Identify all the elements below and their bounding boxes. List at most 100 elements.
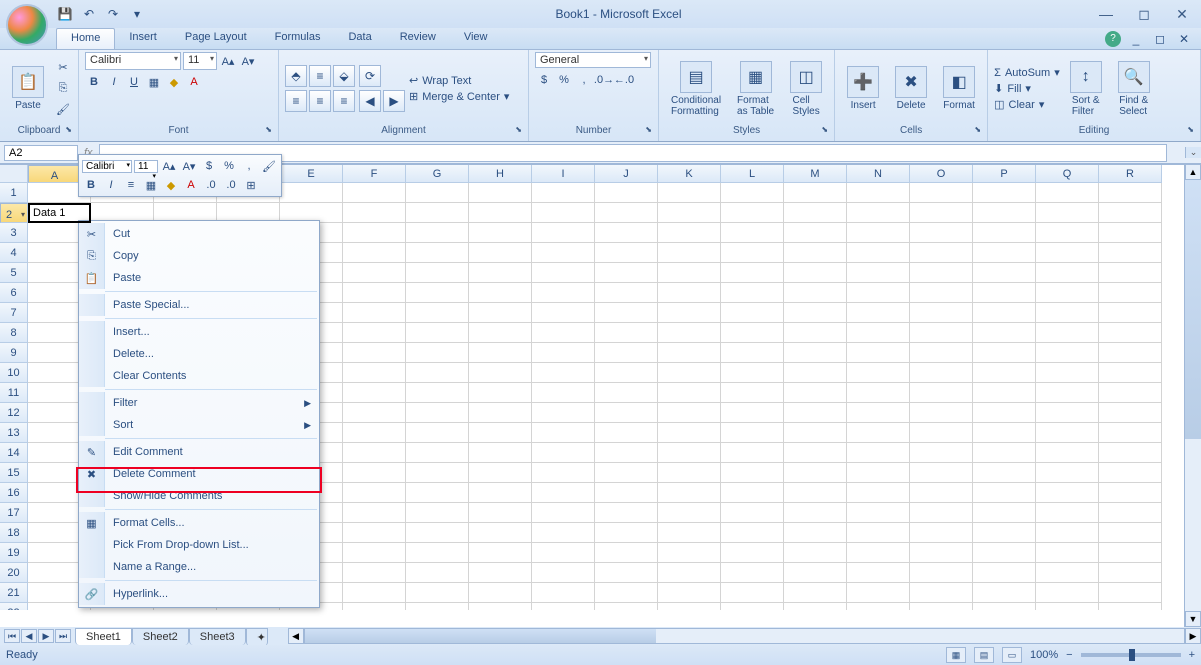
cell[interactable] bbox=[595, 483, 658, 503]
cell[interactable] bbox=[469, 223, 532, 243]
cell[interactable] bbox=[658, 443, 721, 463]
column-header[interactable]: L bbox=[721, 165, 784, 183]
scroll-right-icon[interactable]: ▶ bbox=[1185, 628, 1201, 644]
cell[interactable] bbox=[595, 283, 658, 303]
row-header[interactable]: 1 bbox=[0, 183, 28, 203]
cell[interactable] bbox=[973, 303, 1036, 323]
cell[interactable] bbox=[1036, 323, 1099, 343]
cell[interactable] bbox=[784, 603, 847, 610]
row-header[interactable]: 10 bbox=[0, 363, 28, 383]
cell[interactable] bbox=[343, 443, 406, 463]
cell[interactable] bbox=[721, 363, 784, 383]
column-header[interactable]: G bbox=[406, 165, 469, 183]
cell[interactable] bbox=[658, 603, 721, 610]
increase-decimal-icon[interactable]: .0→ bbox=[595, 71, 613, 89]
cell[interactable] bbox=[1099, 443, 1162, 463]
ctx-show-hide-comments[interactable]: Show/Hide Comments bbox=[79, 485, 319, 507]
cell[interactable] bbox=[784, 263, 847, 283]
cell[interactable] bbox=[973, 343, 1036, 363]
cell[interactable] bbox=[469, 563, 532, 583]
cell[interactable] bbox=[910, 563, 973, 583]
column-header[interactable]: M bbox=[784, 165, 847, 183]
clear-button[interactable]: ◫Clear▾ bbox=[994, 98, 1060, 111]
cell[interactable] bbox=[721, 483, 784, 503]
sort-filter-button[interactable]: ↕Sort & Filter bbox=[1064, 59, 1108, 119]
ctx-delete-comment[interactable]: ✖Delete Comment bbox=[79, 463, 319, 485]
cell[interactable] bbox=[532, 243, 595, 263]
cell[interactable] bbox=[973, 523, 1036, 543]
row-header[interactable]: 9 bbox=[0, 343, 28, 363]
cell[interactable] bbox=[343, 563, 406, 583]
hscroll-thumb[interactable] bbox=[305, 629, 657, 643]
cell[interactable] bbox=[721, 383, 784, 403]
cell[interactable] bbox=[847, 223, 910, 243]
ctx-delete[interactable]: Delete... bbox=[79, 343, 319, 365]
cell[interactable] bbox=[406, 543, 469, 563]
cell[interactable] bbox=[1036, 283, 1099, 303]
cell[interactable] bbox=[784, 223, 847, 243]
cell[interactable] bbox=[1099, 543, 1162, 563]
expand-formula-bar-icon[interactable]: ⌄ bbox=[1185, 147, 1201, 158]
cell[interactable] bbox=[973, 483, 1036, 503]
cell[interactable] bbox=[469, 483, 532, 503]
cell[interactable] bbox=[1099, 423, 1162, 443]
font-size-select[interactable]: 11 bbox=[183, 52, 217, 70]
cell[interactable] bbox=[910, 303, 973, 323]
cell[interactable] bbox=[658, 303, 721, 323]
row-header[interactable]: 15 bbox=[0, 463, 28, 483]
sheet-next-icon[interactable]: ▶ bbox=[38, 629, 54, 643]
decrease-font-icon[interactable]: A▾ bbox=[239, 52, 257, 70]
cell[interactable] bbox=[910, 463, 973, 483]
cell[interactable] bbox=[1099, 503, 1162, 523]
cell[interactable] bbox=[721, 343, 784, 363]
align-center-icon[interactable]: ≡ bbox=[309, 90, 331, 112]
cell[interactable] bbox=[469, 583, 532, 603]
tab-review[interactable]: Review bbox=[386, 28, 450, 49]
cell[interactable] bbox=[721, 203, 784, 223]
ctx-insert[interactable]: Insert... bbox=[79, 321, 319, 343]
cell[interactable] bbox=[532, 263, 595, 283]
cell[interactable] bbox=[910, 323, 973, 343]
cell[interactable] bbox=[973, 563, 1036, 583]
cell[interactable] bbox=[595, 443, 658, 463]
decrease-indent-icon[interactable]: ◀ bbox=[359, 90, 381, 112]
cell[interactable] bbox=[343, 343, 406, 363]
cell[interactable] bbox=[847, 183, 910, 203]
tab-page-layout[interactable]: Page Layout bbox=[171, 28, 261, 49]
cell[interactable] bbox=[973, 223, 1036, 243]
cell[interactable] bbox=[721, 423, 784, 443]
cell[interactable] bbox=[973, 363, 1036, 383]
ctx-edit-comment[interactable]: ✎Edit Comment bbox=[79, 441, 319, 463]
format-cells-button[interactable]: ◧Format bbox=[937, 64, 981, 113]
cell[interactable] bbox=[973, 183, 1036, 203]
cell[interactable] bbox=[973, 243, 1036, 263]
cell[interactable] bbox=[847, 483, 910, 503]
cell[interactable] bbox=[658, 523, 721, 543]
row-header[interactable]: 20 bbox=[0, 563, 28, 583]
cell[interactable] bbox=[784, 443, 847, 463]
cell[interactable] bbox=[973, 543, 1036, 563]
redo-icon[interactable]: ↷ bbox=[104, 5, 122, 23]
cell[interactable] bbox=[973, 323, 1036, 343]
column-header[interactable]: Q bbox=[1036, 165, 1099, 183]
cell[interactable] bbox=[910, 583, 973, 603]
normal-view-icon[interactable]: ▦ bbox=[946, 647, 966, 663]
increase-indent-icon[interactable]: ▶ bbox=[383, 90, 405, 112]
cell[interactable] bbox=[1099, 243, 1162, 263]
zoom-in-icon[interactable]: + bbox=[1189, 649, 1195, 661]
cell[interactable] bbox=[658, 243, 721, 263]
cell[interactable] bbox=[343, 303, 406, 323]
ctx-filter[interactable]: Filter▶ bbox=[79, 392, 319, 414]
cell[interactable] bbox=[595, 383, 658, 403]
mini-size-select[interactable]: 11 bbox=[134, 160, 158, 173]
mini-merge-icon[interactable]: ⊞ bbox=[242, 177, 260, 193]
cell[interactable] bbox=[784, 243, 847, 263]
cell[interactable] bbox=[973, 583, 1036, 603]
cell[interactable] bbox=[721, 403, 784, 423]
help-icon[interactable]: ? bbox=[1105, 31, 1121, 47]
fill-color-icon[interactable]: ◆ bbox=[165, 73, 183, 91]
row-header[interactable]: 8 bbox=[0, 323, 28, 343]
cell[interactable] bbox=[343, 203, 406, 223]
cell[interactable] bbox=[1036, 243, 1099, 263]
cell[interactable] bbox=[847, 463, 910, 483]
